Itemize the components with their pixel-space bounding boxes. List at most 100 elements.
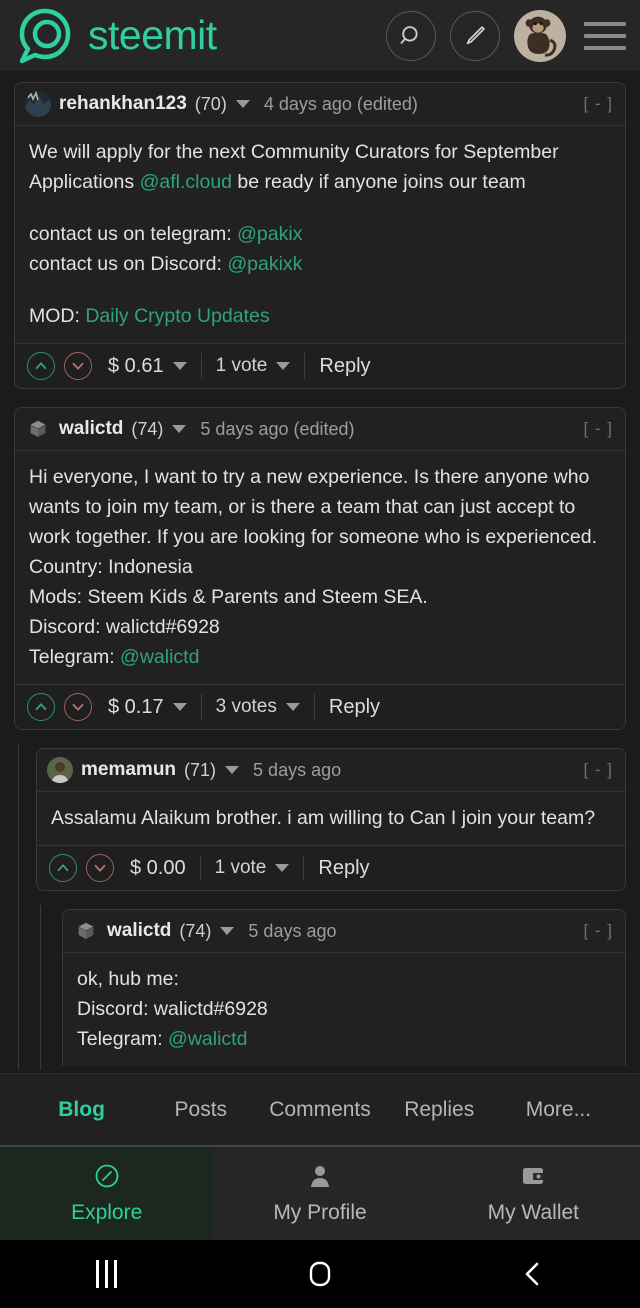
chevron-down-icon[interactable] xyxy=(235,100,250,108)
comment-header: memamun (71) 5 days ago [ - ] xyxy=(37,749,625,792)
comment-author[interactable]: rehankhan123 xyxy=(59,93,187,115)
comment-paragraph: Applications @afl.cloud be ready if anyo… xyxy=(29,171,526,193)
comment-replies: walictd (74) 5 days ago [ - ] ok, hub me… xyxy=(22,905,640,1070)
nav-label-my-wallet: My Wallet xyxy=(487,1200,580,1224)
tab-blog[interactable]: Blog xyxy=(22,1098,141,1122)
compass-icon xyxy=(94,1163,120,1194)
author-reputation: (74) xyxy=(179,920,212,941)
collapse-toggle[interactable]: [ - ] xyxy=(583,921,613,941)
downvote-button[interactable] xyxy=(64,352,92,380)
author-avatar-icon[interactable] xyxy=(25,416,51,442)
user-avatar[interactable] xyxy=(514,9,566,62)
tab-comments[interactable]: Comments xyxy=(260,1098,379,1122)
mod-link[interactable]: Daily Crypto Updates xyxy=(85,305,269,327)
tab-replies[interactable]: Replies xyxy=(380,1098,499,1122)
comment-paragraph: Hi everyone, I want to try a new experie… xyxy=(29,466,597,548)
comment-body: ok, hub me: Discord: walictd#6928 Telegr… xyxy=(63,953,625,1066)
mention-link[interactable]: @walictd xyxy=(168,1028,247,1050)
recents-icon[interactable] xyxy=(0,1260,213,1288)
vote-count[interactable]: 3 votes xyxy=(216,696,300,718)
wallet-icon xyxy=(520,1163,546,1194)
divider xyxy=(200,353,202,379)
back-icon[interactable] xyxy=(427,1259,640,1289)
comment-paragraph: Discord: walictd#6928 xyxy=(77,998,268,1020)
comment-paragraph: Telegram: @walictd xyxy=(29,646,200,668)
upvote-button[interactable] xyxy=(27,693,55,721)
author-reputation: (70) xyxy=(194,93,227,114)
downvote-button[interactable] xyxy=(86,854,114,882)
home-icon[interactable] xyxy=(213,1259,426,1289)
author-avatar-icon[interactable] xyxy=(47,757,73,783)
payout-amount[interactable]: $ 0.61 xyxy=(108,355,187,378)
comment-paragraph: Country: Indonesia xyxy=(29,556,193,578)
app-header: steemit xyxy=(0,0,640,72)
comment-actions: $ 0.17 3 votes Reply xyxy=(15,684,625,729)
comment-header: walictd (74) 5 days ago (edited) [ - ] xyxy=(15,408,625,451)
downvote-button[interactable] xyxy=(64,693,92,721)
chevron-down-icon[interactable] xyxy=(276,361,291,370)
payout-amount[interactable]: $ 0.17 xyxy=(108,696,187,719)
tab-more[interactable]: More... xyxy=(499,1098,618,1122)
nav-item-explore[interactable]: Explore xyxy=(0,1147,214,1240)
hamburger-icon[interactable] xyxy=(584,19,626,53)
divider xyxy=(200,694,202,720)
chevron-down-icon[interactable] xyxy=(172,703,187,712)
profile-tabs: Blog Posts Comments Replies More... xyxy=(0,1073,640,1145)
author-avatar-icon[interactable] xyxy=(73,918,99,944)
steemit-logo-icon xyxy=(16,7,74,65)
upvote-button[interactable] xyxy=(49,854,77,882)
comment-paragraph: MOD: Daily Crypto Updates xyxy=(29,305,270,327)
chevron-down-icon[interactable] xyxy=(172,362,187,371)
reply-button[interactable]: Reply xyxy=(319,355,370,378)
nav-label-explore: Explore xyxy=(71,1200,143,1224)
payout-amount[interactable]: $ 0.00 xyxy=(130,857,186,880)
chevron-down-icon[interactable] xyxy=(285,702,300,711)
comment-thread: walictd (74) 5 days ago (edited) [ - ] H… xyxy=(0,407,640,1070)
collapse-toggle[interactable]: [ - ] xyxy=(583,94,613,114)
divider xyxy=(313,694,315,720)
comment-paragraph: ok, hub me: xyxy=(77,968,179,990)
mention-link[interactable]: @pakix xyxy=(237,223,302,245)
nav-item-my-profile[interactable]: My Profile xyxy=(213,1147,426,1240)
search-icon[interactable] xyxy=(386,10,436,61)
comment-author[interactable]: walictd xyxy=(59,418,123,440)
chevron-down-icon[interactable] xyxy=(275,863,290,872)
comment-feed[interactable]: rehankhan123 (70) 4 days ago (edited) [ … xyxy=(0,72,640,1073)
vote-count[interactable]: 1 vote xyxy=(216,355,291,377)
bottom-navigation: Explore My Profile My Wallet xyxy=(0,1145,640,1240)
reply-button[interactable]: Reply xyxy=(318,857,369,880)
nav-item-my-wallet[interactable]: My Wallet xyxy=(427,1147,640,1240)
comment-card: walictd (74) 5 days ago (edited) [ - ] H… xyxy=(14,407,626,730)
comment-card: walictd (74) 5 days ago [ - ] ok, hub me… xyxy=(62,909,626,1066)
chevron-down-icon[interactable] xyxy=(220,927,235,935)
tab-posts[interactable]: Posts xyxy=(141,1098,260,1122)
comment-paragraph: Telegram: @walictd xyxy=(77,1028,248,1050)
collapse-toggle[interactable]: [ - ] xyxy=(583,419,613,439)
comment-author[interactable]: memamun xyxy=(81,759,176,781)
mention-link[interactable]: @walictd xyxy=(120,646,199,668)
reply-button[interactable]: Reply xyxy=(329,696,380,719)
chevron-down-icon[interactable] xyxy=(172,425,187,433)
author-avatar-icon[interactable] xyxy=(25,91,51,117)
collapse-toggle[interactable]: [ - ] xyxy=(583,760,613,780)
chevron-down-icon[interactable] xyxy=(225,766,240,774)
comment-paragraph: Mods: Steem Kids & Parents and Steem SEA… xyxy=(29,586,428,608)
comment-author[interactable]: walictd xyxy=(107,920,171,942)
pencil-icon[interactable] xyxy=(450,10,500,61)
header-actions xyxy=(386,9,626,62)
comment-timestamp: 4 days ago (edited) xyxy=(263,93,418,114)
author-reputation: (71) xyxy=(184,759,217,780)
author-reputation: (74) xyxy=(131,418,164,439)
comment-replies: memamun (71) 5 days ago [ - ] Assalamu A… xyxy=(0,744,640,1070)
comment-timestamp: 5 days ago xyxy=(248,920,337,941)
upvote-button[interactable] xyxy=(27,352,55,380)
mention-link[interactable]: @pakixk xyxy=(227,253,302,275)
comment-header: walictd (74) 5 days ago [ - ] xyxy=(63,910,625,953)
comment-body: We will apply for the next Community Cur… xyxy=(15,126,625,343)
app-screen: steemit rehankhan123 (70) 4 days ago (ed… xyxy=(0,0,640,1308)
vote-count[interactable]: 1 vote xyxy=(215,857,290,879)
mention-link[interactable]: @afl.cloud xyxy=(140,171,232,193)
divider xyxy=(303,855,305,881)
divider xyxy=(304,353,306,379)
brand-home-link[interactable]: steemit xyxy=(16,7,386,65)
